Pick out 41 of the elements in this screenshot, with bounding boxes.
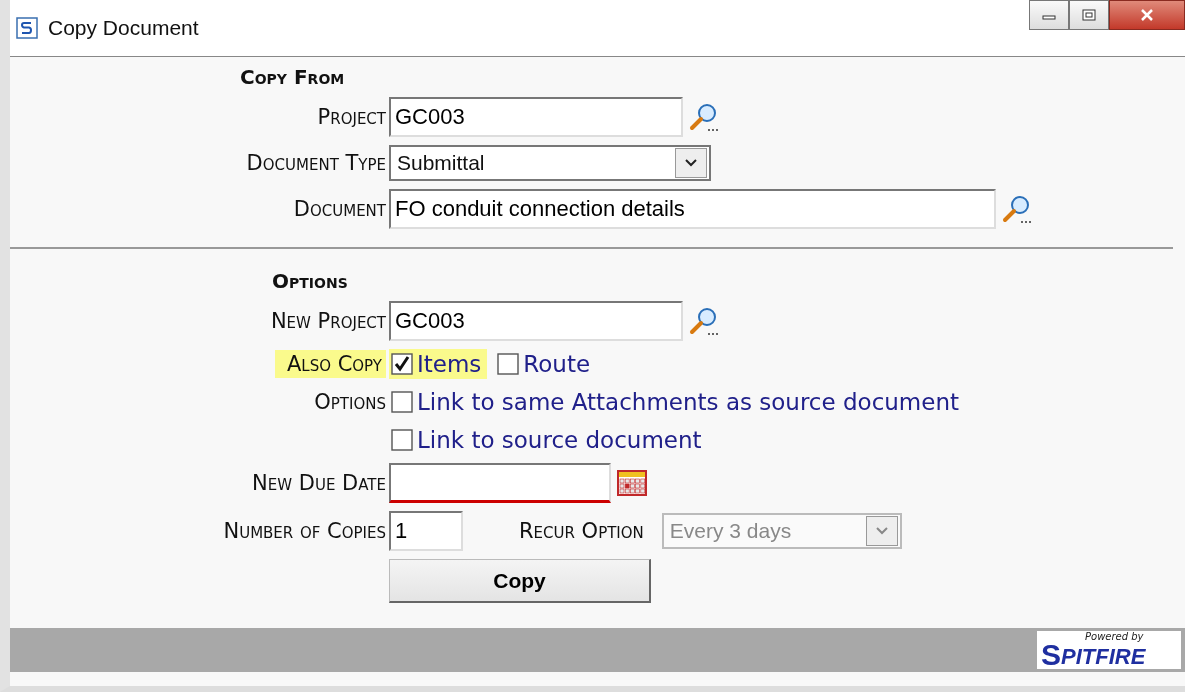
search-icon[interactable] xyxy=(689,102,719,132)
due-date-field[interactable] xyxy=(389,463,611,503)
checkbox-option[interactable]: Route xyxy=(495,349,597,379)
maximize-button[interactable] xyxy=(1069,0,1109,30)
close-icon xyxy=(1139,9,1155,21)
field-label: Recur Option xyxy=(519,519,644,543)
checkbox[interactable] xyxy=(391,353,413,375)
document-field[interactable]: FO conduit connection details xyxy=(389,189,996,229)
chevron-down-icon xyxy=(684,158,698,168)
field-label: Options xyxy=(314,390,386,414)
checkbox[interactable] xyxy=(497,353,520,375)
field-label: Document xyxy=(293,197,386,221)
checkbox-option[interactable]: Items xyxy=(389,349,488,379)
checkbox-option[interactable]: Link to source document xyxy=(389,425,708,455)
copies-field[interactable]: 1 xyxy=(389,511,463,551)
field-label: Document Type xyxy=(246,151,386,175)
chevron-down-icon xyxy=(874,526,889,536)
maximize-icon xyxy=(1082,9,1096,21)
search-icon[interactable] xyxy=(689,306,719,336)
window-title: Copy Document xyxy=(48,16,199,40)
document-type-dropdown[interactable]: Submittal xyxy=(389,145,711,181)
field-label: Project xyxy=(317,105,386,129)
powered-by-text: Powered by xyxy=(1085,631,1144,642)
minimize-button[interactable] xyxy=(1029,0,1069,30)
brand-logo: SPITFIRE xyxy=(1041,642,1146,668)
field-label: New Due Date xyxy=(252,471,386,495)
close-button[interactable] xyxy=(1109,0,1185,30)
section-heading: Copy From xyxy=(239,65,345,89)
field-label: New Project xyxy=(270,309,386,333)
checkbox[interactable] xyxy=(391,429,413,451)
new-project-field[interactable]: GC003 xyxy=(389,301,683,341)
checkbox-option[interactable]: Link to same Attachments as source document xyxy=(389,387,965,417)
checkbox[interactable] xyxy=(391,391,413,413)
search-icon[interactable] xyxy=(1002,194,1032,224)
project-field[interactable]: GC003 xyxy=(389,97,683,137)
field-label: Number of Copies xyxy=(223,519,386,543)
copy-button[interactable]: Copy xyxy=(389,559,651,603)
app-icon xyxy=(16,17,38,39)
section-heading: Options xyxy=(271,269,348,293)
field-label: Also Copy xyxy=(274,350,386,378)
calendar-icon[interactable] xyxy=(617,470,647,496)
